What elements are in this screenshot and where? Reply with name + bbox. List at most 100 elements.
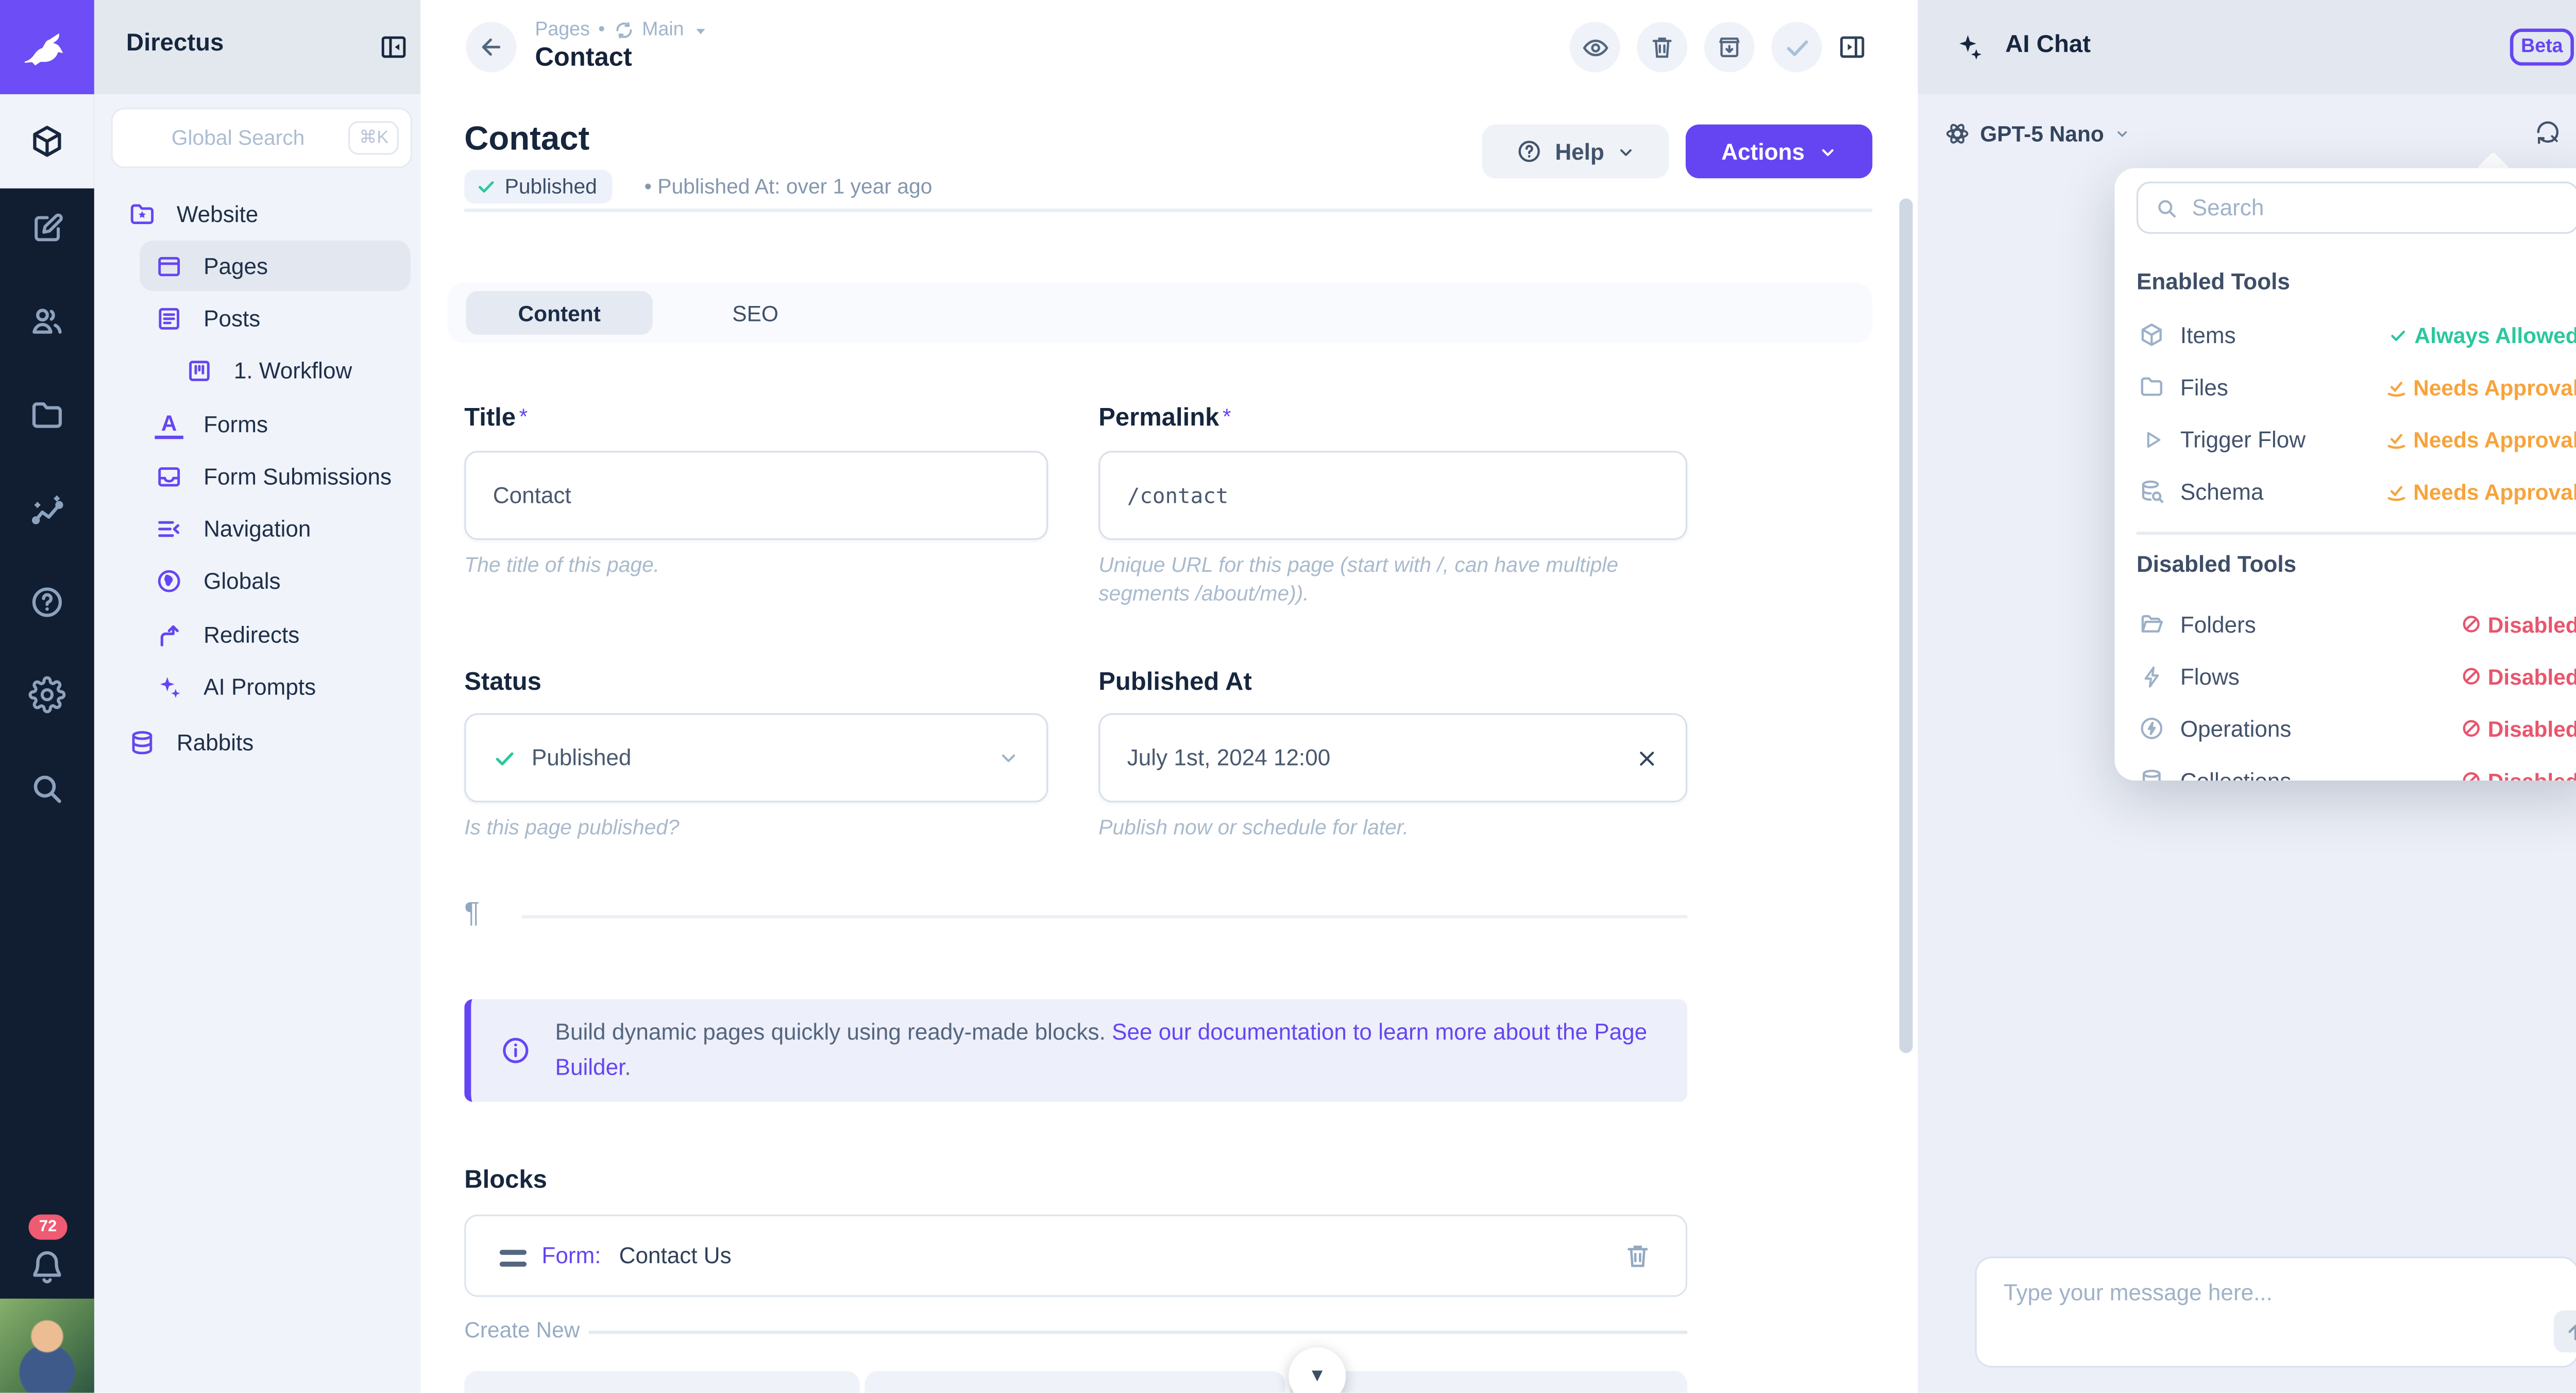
cube-icon [2138,321,2165,348]
page-title: Contact [464,121,589,160]
drag-handle-icon[interactable] [500,1250,527,1267]
sidebar-item-form-submissions[interactable]: Form Submissions [94,451,420,503]
approval-hand-icon [2385,480,2406,502]
status-select[interactable]: Published [464,713,1048,802]
clear-x-icon[interactable] [1635,746,1659,770]
delete-block-button[interactable] [1623,1242,1652,1270]
module-files[interactable] [0,368,94,463]
help-button[interactable]: Help [1482,125,1669,178]
sidebar-item-posts[interactable]: Posts [94,293,420,345]
block-option-card[interactable] [865,1371,1285,1392]
archive-button[interactable] [1704,22,1755,72]
panel-right-icon [1837,32,1868,62]
arrow-up-icon [2563,1320,2576,1344]
block-option-card[interactable] [464,1371,859,1392]
tool-row-files[interactable]: Files Needs Approval [2138,365,2576,409]
module-editor[interactable] [0,180,94,274]
send-button[interactable] [2554,1311,2576,1353]
tools-dropdown: Enabled Tools Items Always Allowed Files… [2114,168,2576,781]
module-help[interactable] [0,555,94,650]
open-sidebar-panel-button[interactable] [1837,32,1868,62]
published-at-field-label: Published At [1098,668,1252,696]
block-option-card[interactable] [1290,1371,1687,1392]
tool-row-operations[interactable]: Operations Disabled [2138,706,2576,750]
sidebar-item-label: Form Submissions [204,464,392,489]
tool-search [2137,182,2576,234]
nav-list-icon [155,515,183,543]
tool-row-folders[interactable]: Folders Disabled [2138,602,2576,646]
module-users[interactable] [0,274,94,368]
ban-icon [2461,614,2481,634]
tool-row-schema[interactable]: Schema Needs Approval [2138,469,2576,513]
insights-icon [28,492,66,531]
sidebar-item-label: Posts [204,306,260,331]
breadcrumb[interactable]: Pages • Main [535,19,707,42]
status-badge: Published [464,170,612,203]
published-at-field[interactable]: July 1st, 2024 12:00 [1098,713,1687,802]
module-content[interactable] [0,94,94,189]
save-button[interactable] [1771,22,1822,72]
permalink-input[interactable] [1100,452,1686,538]
sidebar-item-redirects[interactable]: Redirects [94,609,420,661]
actions-button[interactable]: Actions [1686,125,1872,178]
tool-search-input[interactable] [2138,183,2576,232]
required-mark: * [1223,404,1231,429]
preview-button[interactable] [1570,22,1620,72]
tool-row-trigger-flow[interactable]: Trigger Flow Needs Approval [2138,417,2576,461]
breadcrumb-version[interactable]: Main [642,20,684,40]
tab-bar [448,283,1873,344]
folder-icon [2138,373,2165,400]
delete-button[interactable] [1637,22,1687,72]
sidebar-item-label: Redirects [204,622,299,648]
block-value: Contact Us [619,1243,732,1268]
block-row[interactable]: Form: Contact Us [464,1215,1687,1297]
ban-icon [2461,666,2481,686]
blocks-heading: Blocks [464,1166,547,1195]
sidebar-item-globals[interactable]: Globals [94,555,420,607]
back-button[interactable] [466,22,516,72]
banner-text: Build dynamic pages quickly using ready-… [555,1016,1657,1085]
message-input[interactable] [1977,1258,2576,1366]
user-avatar[interactable] [0,1299,94,1393]
sidebar-item-pages[interactable]: Pages [94,241,420,293]
sidebar-item-rabbits[interactable]: Rabbits [94,717,420,769]
breadcrumb-separator: • [598,20,605,40]
project-title: Directus [126,30,224,57]
model-selector[interactable]: GPT-5 Nano [1945,118,2129,148]
divider [2137,532,2576,535]
title-field-note: The title of this page. [464,552,659,581]
inbox-icon [155,463,183,491]
module-settings[interactable] [0,648,94,742]
sidebar-item-forms[interactable]: A Forms [94,399,420,451]
sidebar-item-label: Website [177,202,258,227]
module-search[interactable] [0,742,94,836]
collapse-sidebar-button[interactable] [379,32,409,62]
ai-chat-title: AI Chat [2005,32,2091,59]
sidebar-item-website[interactable]: Website [94,189,420,241]
chevron-down-icon [997,747,1019,769]
tool-row-collections[interactable]: Collections Disabled [2138,759,2576,780]
tab-content[interactable]: Content [466,291,652,335]
database-icon [128,728,157,757]
directus-logo[interactable] [0,0,94,94]
search-icon [2155,197,2179,220]
module-insights[interactable] [0,464,94,558]
sparkles-icon [155,673,183,702]
permalink-field-note: Unique URL for this page (start with /, … [1098,552,1670,609]
pilcrow-icon: ¶ [464,896,480,930]
title-input[interactable] [466,452,1046,538]
clear-history-icon[interactable] [2534,118,2563,147]
tab-seo[interactable]: SEO [690,291,821,335]
sidebar-item-workflow[interactable]: 1. Workflow [94,345,420,397]
breadcrumb-collection[interactable]: Pages [535,20,589,40]
divider-line [521,915,1687,919]
create-new-label[interactable]: Create New [464,1317,580,1343]
sidebar-item-ai-prompts[interactable]: AI Prompts [94,661,420,713]
rabbit-icon [19,19,76,76]
main-scrollbar[interactable] [1900,198,1913,1053]
tool-row-items[interactable]: Items Always Allowed [2138,313,2576,356]
sidebar-item-navigation[interactable]: Navigation [94,503,420,555]
eye-icon [1581,33,1609,62]
sidebar-item-label: Globals [204,569,280,594]
tool-row-flows[interactable]: Flows Disabled [2138,654,2576,698]
